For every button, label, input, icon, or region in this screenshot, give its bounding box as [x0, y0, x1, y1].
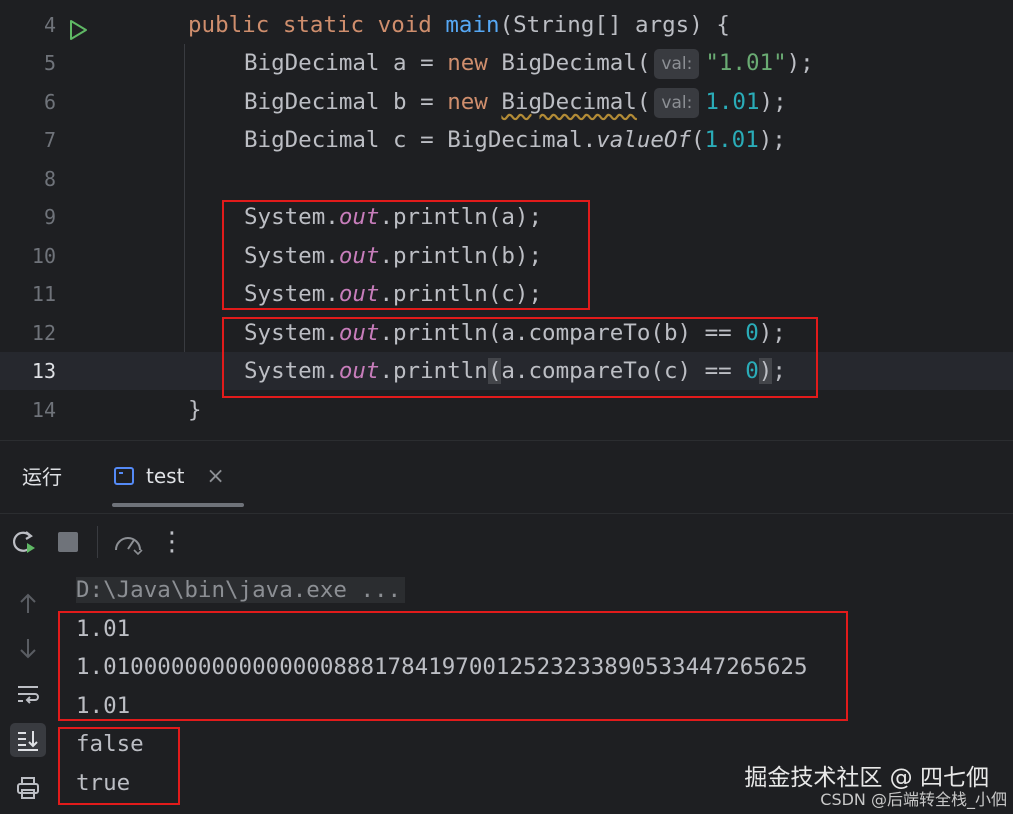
rerun-icon	[12, 531, 35, 553]
code-text: BigDecimal c = BigDecimal.valueOf(1.01);	[244, 127, 786, 153]
code-line[interactable]: 5 BigDecimal a = new BigDecimal(val: "1.0…	[0, 44, 1013, 82]
code-text: BigDecimal a = new BigDecimal(val: "1.01"…	[244, 44, 814, 82]
run-tab-bar: 运行 test ×	[0, 441, 1013, 509]
speedometer-icon	[115, 537, 143, 556]
code-text: public static void main(String[] args) {	[188, 12, 730, 38]
line-number: 4	[43, 13, 56, 37]
line-number: 5	[43, 51, 56, 75]
line-number: 13	[31, 359, 56, 383]
parameter-hint: val:	[654, 49, 700, 79]
code-text: BigDecimal b = new BigDecimal(val: 1.01);	[244, 83, 787, 121]
code-line[interactable]: 7 BigDecimal c = BigDecimal.valueOf(1.01…	[0, 121, 1013, 159]
tab-label: test	[146, 464, 185, 488]
code-editor[interactable]: 4 public static void main(String[] args)…	[0, 0, 1013, 440]
run-window-title: 运行	[22, 465, 62, 489]
close-icon[interactable]: ×	[206, 464, 224, 489]
run-toolbar: ⋮	[0, 513, 1013, 570]
console-icon	[114, 467, 134, 485]
code-text: }	[188, 397, 202, 423]
stop-button[interactable]	[54, 528, 82, 556]
highlight-box-values	[58, 611, 848, 721]
line-number: 10	[31, 244, 56, 268]
run-tool-window: 运行 test × ⋮ D:\Java\bin\java.exe ... 1.0…	[0, 440, 1013, 814]
print-button[interactable]	[10, 771, 46, 805]
tab-test[interactable]: test ×	[114, 459, 225, 493]
scroll-up-button[interactable]	[10, 587, 46, 621]
rerun-button[interactable]	[10, 528, 38, 556]
scroll-to-end-icon	[18, 731, 38, 751]
line-number: 12	[31, 321, 56, 345]
profiler-button[interactable]	[112, 528, 144, 556]
print-icon	[17, 777, 39, 799]
line-number: 7	[43, 128, 56, 152]
console-side-toolbar	[0, 571, 56, 814]
line-number: 8	[43, 167, 56, 191]
code-line[interactable]: 8	[0, 160, 1013, 198]
warning-underline: BigDecimal	[501, 89, 637, 115]
line-number: 6	[43, 90, 56, 114]
soft-wrap-icon	[18, 686, 39, 704]
line-number: 11	[31, 282, 56, 306]
highlight-box-booleans	[58, 727, 180, 805]
highlight-box-println	[222, 200, 590, 310]
more-options-button[interactable]: ⋮	[158, 527, 186, 557]
highlight-box-compare	[222, 317, 818, 398]
parameter-hint: val:	[654, 88, 700, 118]
soft-wrap-button[interactable]	[10, 677, 46, 711]
active-tab-indicator	[112, 503, 244, 507]
console-command-line: D:\Java\bin\java.exe ...	[76, 571, 406, 609]
run-gutter-icon[interactable]	[66, 18, 90, 42]
toolbar-separator	[97, 526, 98, 558]
code-line[interactable]: 6 BigDecimal b = new BigDecimal(val: 1.01…	[0, 83, 1013, 121]
scroll-down-button[interactable]	[10, 631, 46, 665]
line-number: 14	[31, 398, 56, 422]
arrow-down-icon	[20, 639, 36, 659]
scroll-to-end-button[interactable]	[10, 723, 46, 757]
watermark-csdn: CSDN @后端转全栈_小伵	[820, 790, 1007, 809]
arrow-up-icon	[20, 593, 36, 613]
stop-icon	[58, 532, 78, 552]
line-number: 9	[43, 205, 56, 229]
code-line[interactable]: 4 public static void main(String[] args)…	[0, 6, 1013, 44]
